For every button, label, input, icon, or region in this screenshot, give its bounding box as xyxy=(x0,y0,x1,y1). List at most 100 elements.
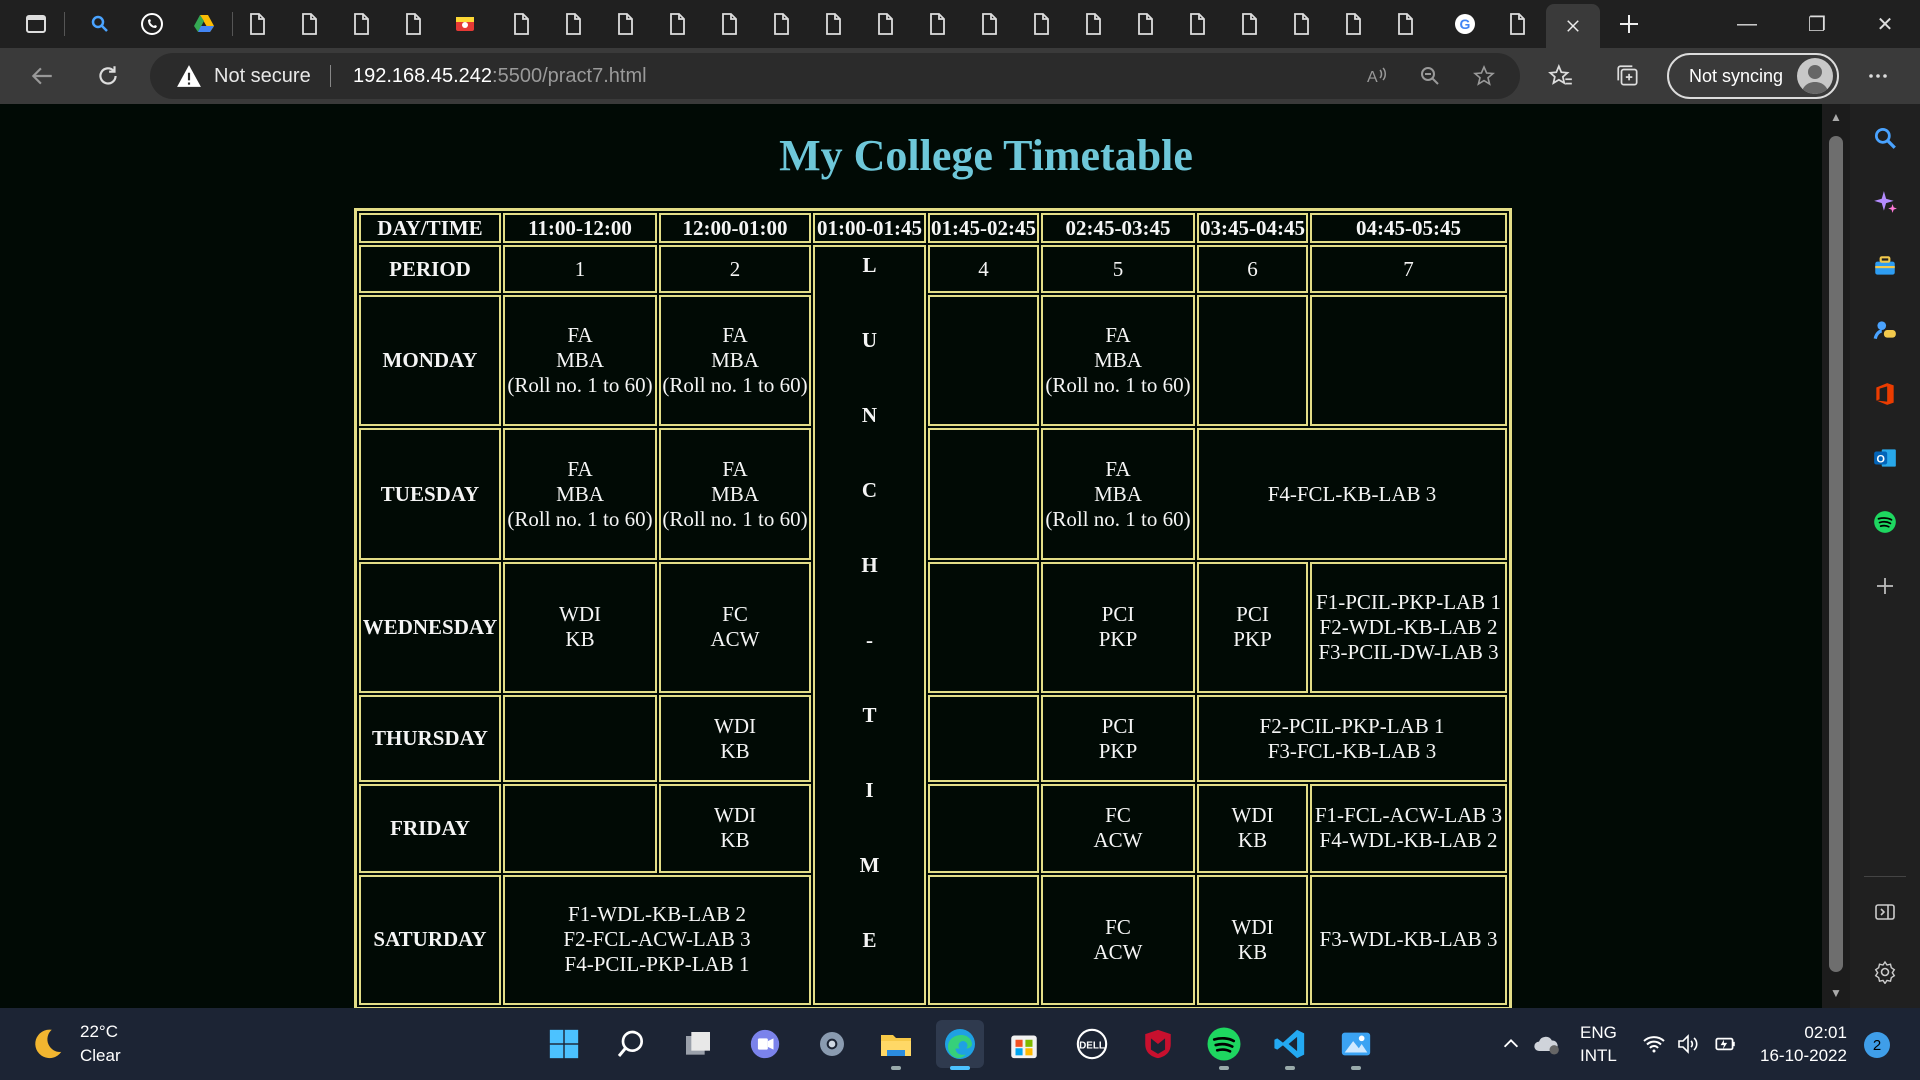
volume-icon[interactable] xyxy=(1676,1008,1700,1080)
zoom-out-icon[interactable] xyxy=(1412,58,1448,94)
header-time-6: 03:45-04:45 xyxy=(1197,213,1308,243)
lab-cell: F1-FCL-ACW-LAB 3 F4-WDL-KB-LAB 2 xyxy=(1310,784,1507,873)
search-icon[interactable] xyxy=(607,1020,655,1068)
tab-whatsapp-icon[interactable] xyxy=(126,5,178,43)
photos-icon[interactable] xyxy=(1332,1020,1380,1070)
chevron-up-icon[interactable] xyxy=(1500,1033,1522,1055)
tab-page-icon[interactable] xyxy=(1223,5,1275,43)
battery-icon[interactable] xyxy=(1712,1008,1738,1080)
tab-active[interactable] xyxy=(1546,4,1600,48)
lunch-letter: C xyxy=(861,478,878,502)
onedrive-icon[interactable] xyxy=(1532,1008,1560,1080)
search-icon[interactable] xyxy=(1869,122,1901,154)
notification-badge[interactable]: 2 xyxy=(1864,1032,1890,1058)
tab-page-icon[interactable] xyxy=(547,5,599,43)
tab-page-icon[interactable] xyxy=(703,5,755,43)
start-icon[interactable] xyxy=(540,1020,588,1068)
scroll-thumb[interactable] xyxy=(1829,136,1843,972)
tab-page-icon[interactable] xyxy=(1015,5,1067,43)
wifi-icon[interactable] xyxy=(1642,1008,1666,1080)
tab-page-icon[interactable] xyxy=(1067,5,1119,43)
tab-actions-icon[interactable] xyxy=(10,5,62,43)
empty-cell xyxy=(928,428,1039,560)
tab-page-icon[interactable] xyxy=(1327,5,1379,43)
class-cell: FA MBA (Roll no. 1 to 60) xyxy=(503,428,657,560)
profile-sync-button[interactable]: Not syncing xyxy=(1667,53,1839,99)
tab-page-icon[interactable] xyxy=(495,5,547,43)
tab-page-icon[interactable] xyxy=(599,5,651,43)
scroll-up-icon[interactable]: ▲ xyxy=(1828,110,1844,126)
period-number: 2 xyxy=(659,245,811,294)
tab-page-icon[interactable] xyxy=(859,5,911,43)
tab-page-icon[interactable] xyxy=(283,5,335,43)
back-icon[interactable] xyxy=(24,58,60,94)
tab-page-icon[interactable] xyxy=(231,5,283,43)
tab-drive-icon[interactable] xyxy=(178,5,230,43)
vscode-icon[interactable] xyxy=(1266,1020,1314,1070)
edge-icon[interactable] xyxy=(936,1020,984,1070)
sidebar-settings-icon[interactable] xyxy=(1869,956,1901,988)
close-window-icon[interactable]: ✕ xyxy=(1850,0,1920,48)
show-hidden-icons[interactable] xyxy=(1500,1008,1522,1080)
close-tab-icon[interactable] xyxy=(1564,17,1582,35)
tab-page-icon[interactable] xyxy=(755,5,807,43)
more-menu-icon[interactable] xyxy=(1860,58,1896,94)
store-icon[interactable] xyxy=(1000,1020,1048,1068)
office-icon[interactable] xyxy=(1869,378,1901,410)
mcafee-icon[interactable] xyxy=(1134,1020,1182,1068)
table-row-friday: FRIDAY WDI KB FC ACW WDI KB F1-FCL-ACW-LAB … xyxy=(359,784,1507,873)
tools-briefcase-icon[interactable] xyxy=(1869,250,1901,282)
security-label[interactable]: Not secure xyxy=(214,65,311,88)
tab-page-icon[interactable] xyxy=(1119,5,1171,43)
hide-sidebar-icon[interactable] xyxy=(1869,896,1901,928)
tab-page-icon[interactable] xyxy=(1491,5,1543,43)
tab-page-icon[interactable] xyxy=(807,5,859,43)
tab-strip: G — ❐ ✕ xyxy=(0,0,1920,48)
tab-page-icon[interactable] xyxy=(335,5,387,43)
tab-page-icon[interactable] xyxy=(911,5,963,43)
class-cell: PCI PKP xyxy=(1041,695,1195,783)
lunch-letter: I xyxy=(865,778,874,802)
add-sidebar-app-icon[interactable] xyxy=(1869,570,1901,602)
favorites-icon[interactable] xyxy=(1543,58,1579,94)
scroll-down-icon[interactable]: ▼ xyxy=(1828,986,1844,1002)
tab-page-icon[interactable] xyxy=(1275,5,1327,43)
file-explorer-icon[interactable] xyxy=(872,1020,920,1070)
tab-page-icon[interactable] xyxy=(651,5,703,43)
spotify-icon[interactable] xyxy=(1200,1020,1248,1070)
sparkle-icon[interactable] xyxy=(1869,186,1901,218)
table-row: PERIOD 1 2 L U N C H - T I M E 4 5 6 7 xyxy=(359,245,1507,1005)
tab-google-icon[interactable]: G xyxy=(1439,5,1491,43)
spotify-icon[interactable] xyxy=(1869,506,1901,538)
url-text[interactable]: 192.168.45.242:5500/pract7.html xyxy=(353,53,647,99)
outlook-icon[interactable]: O xyxy=(1869,442,1901,474)
url-path: :5500/pract7.html xyxy=(492,65,647,87)
page-title: My College Timetable xyxy=(779,131,1193,180)
new-tab-icon[interactable] xyxy=(1603,5,1655,43)
clock[interactable]: 02:01 16-10-2022 xyxy=(1760,1008,1847,1080)
header-daytime: DAY/TIME xyxy=(359,213,501,243)
class-cell: FC ACW xyxy=(1041,784,1195,873)
collections-icon[interactable] xyxy=(1610,58,1646,94)
tab-search-icon[interactable] xyxy=(74,5,126,43)
day-label: SATURDAY xyxy=(359,874,501,1005)
dell-icon[interactable]: DELL xyxy=(1068,1020,1116,1068)
tab-colorful-app-icon[interactable] xyxy=(439,5,491,43)
teams-chat-icon[interactable] xyxy=(741,1020,789,1068)
tab-page-icon[interactable] xyxy=(387,5,439,43)
refresh-icon[interactable] xyxy=(90,58,126,94)
page-scrollbar[interactable]: ▲ ▼ xyxy=(1822,104,1850,1008)
address-bar[interactable]: Not secure 192.168.45.242:5500/pract7.ht… xyxy=(150,53,1520,99)
tab-page-icon[interactable] xyxy=(1379,5,1431,43)
tab-page-icon[interactable] xyxy=(963,5,1015,43)
task-view-icon[interactable] xyxy=(674,1020,722,1068)
restore-icon[interactable]: ❐ xyxy=(1782,0,1852,48)
minimize-icon[interactable]: — xyxy=(1712,0,1782,48)
tab-page-icon[interactable] xyxy=(1171,5,1223,43)
weather-widget[interactable]: 22°C Clear xyxy=(28,1020,121,1068)
language-indicator[interactable]: ENG INTL xyxy=(1580,1008,1617,1080)
settings-icon[interactable] xyxy=(808,1020,856,1068)
add-favorite-icon[interactable] xyxy=(1466,58,1502,94)
games-icon[interactable] xyxy=(1869,314,1901,346)
read-aloud-icon[interactable]: A xyxy=(1358,58,1394,94)
